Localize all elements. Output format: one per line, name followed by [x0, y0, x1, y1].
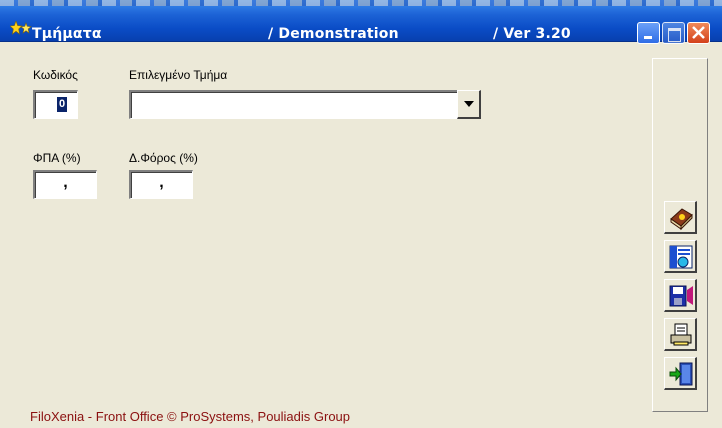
exit-button[interactable] — [664, 357, 697, 390]
close-icon — [692, 26, 705, 39]
app-stars-icon — [10, 21, 32, 35]
company-title: / Demonstration — [268, 26, 399, 42]
vat-label: ΦΠΑ (%) — [33, 151, 81, 165]
tax-field[interactable]: , — [129, 170, 193, 199]
version-label: / Ver 3.20 — [493, 26, 571, 42]
save-disk-icon — [669, 285, 693, 307]
footer-credits: FiloXenia - Front Office © ProSystems, P… — [30, 409, 351, 424]
save-button[interactable] — [664, 279, 697, 312]
tax-label: Δ.Φόρος (%) — [129, 151, 198, 165]
vat-field[interactable]: , — [33, 170, 97, 199]
minimize-button[interactable] — [637, 22, 660, 44]
code-value: 0 — [57, 97, 67, 112]
department-combo[interactable] — [129, 90, 458, 119]
print-button[interactable] — [664, 318, 697, 351]
background-window-strip — [0, 0, 722, 6]
department-dropdown-button[interactable] — [457, 90, 481, 119]
title-bar[interactable]: Τμήματα / Demonstration / Ver 3.20 — [0, 0, 722, 44]
department-label: Επιλεγμένο Τμήμα — [129, 68, 228, 82]
maximize-button[interactable] — [662, 22, 685, 44]
window-title: Τμήματα — [32, 26, 102, 42]
close-button[interactable] — [687, 22, 710, 44]
help-book-icon — [670, 208, 693, 231]
code-field[interactable]: 0 — [33, 90, 78, 119]
print-icon — [670, 323, 692, 346]
vat-value: , — [63, 174, 68, 191]
tax-value: , — [159, 174, 164, 191]
exit-door-icon — [669, 362, 693, 386]
list-settings-icon — [669, 245, 693, 269]
code-label: Κωδικός — [33, 68, 78, 82]
help-button[interactable] — [664, 201, 697, 234]
list-settings-button[interactable] — [664, 240, 697, 273]
